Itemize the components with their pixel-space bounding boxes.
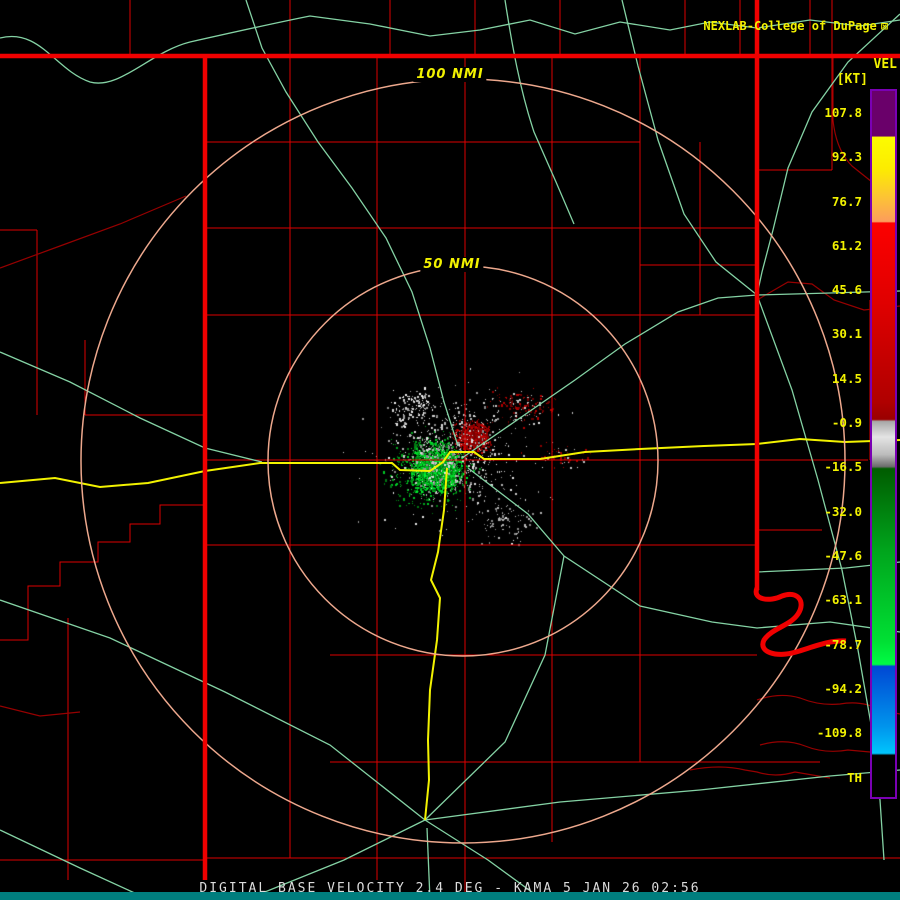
colorbar-title: VEL: [873, 57, 897, 72]
colorbar-tick-label: -16.5: [824, 459, 862, 474]
colorbar-tick-label: TH: [846, 770, 862, 785]
colorbar-tick-label: 30.1: [831, 326, 862, 341]
county-lines: [0, 0, 900, 898]
range-ring-label-50nmi: 50 NMI: [420, 257, 484, 272]
colorbar-tick-label: 45.6: [831, 282, 862, 297]
cod-logo-icon: ⊠: [880, 19, 888, 33]
colorbar-tick-label: -94.2: [824, 681, 862, 696]
app-title-text: NEXLAB-College of DuPage: [703, 19, 877, 33]
bottom-edge-bar: [0, 892, 900, 900]
colorbar-tick-label: 61.2: [831, 238, 862, 253]
colorbar-tick-label: -32.0: [824, 504, 862, 519]
colorbar-tick-label: 14.5: [831, 371, 862, 386]
highway-lines: [0, 0, 900, 900]
colorbar-tick-label: -47.6: [824, 548, 862, 563]
radar-display[interactable]: 100 NMI 50 NMI NEXLAB-College of DuPage ⊠…: [0, 0, 900, 900]
colorbar-tick-label: -109.8: [816, 725, 862, 740]
range-rings: [80, 78, 846, 844]
colorbar-tick-label: -0.9: [831, 415, 862, 430]
range-ring-label-100nmi: 100 NMI: [413, 67, 487, 82]
interstate-lines: [0, 437, 900, 821]
colorbar-gradient: [870, 89, 897, 799]
colorbar-tick-label: 107.8: [824, 105, 862, 120]
state-border-lines: [0, 0, 900, 880]
colorbar-units: [KT]: [836, 72, 868, 87]
colorbar-tick-label: 92.3: [831, 149, 862, 164]
app-title[interactable]: NEXLAB-College of DuPage ⊠: [674, 5, 888, 47]
colorbar-tick-label: -63.1: [824, 592, 862, 607]
colorbar-tick-label: -78.7: [824, 637, 862, 652]
colorbar-tick-label: 76.7: [831, 194, 862, 209]
map-layer: [0, 0, 900, 900]
